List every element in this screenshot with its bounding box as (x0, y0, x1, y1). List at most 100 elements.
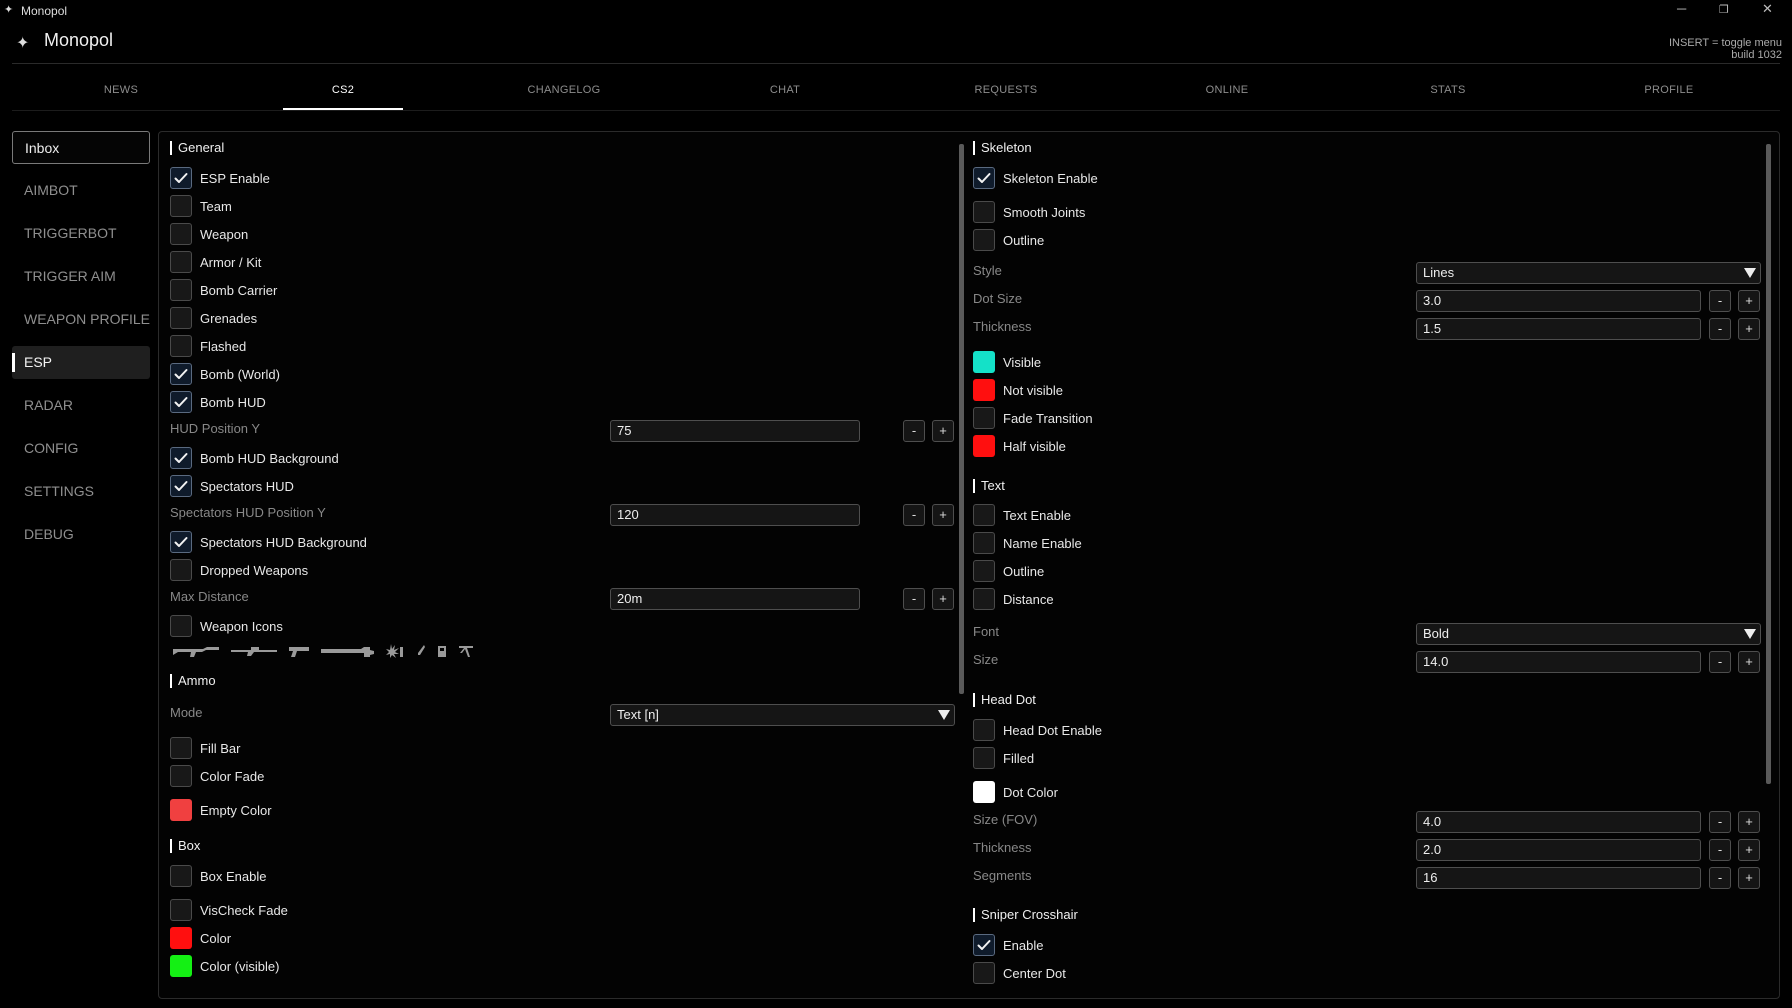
checkbox[interactable] (170, 307, 192, 329)
checkbox[interactable] (170, 531, 192, 553)
head-dot-size-plus-button[interactable]: + (1738, 811, 1760, 833)
tab-requests[interactable]: REQUESTS (946, 70, 1066, 112)
sidebar-item-weapon-profiles[interactable]: WEAPON PROFILES (12, 303, 150, 336)
right-scrollbar[interactable] (1766, 144, 1771, 784)
color-swatch[interactable] (170, 955, 192, 977)
checkbox[interactable] (973, 407, 995, 429)
head-dot-thickness-plus-button[interactable]: + (1738, 839, 1760, 861)
spectators-hud-background-row[interactable]: Spectators HUD Background (170, 530, 367, 554)
weapon-row[interactable]: Weapon (170, 222, 248, 246)
checkbox[interactable] (170, 251, 192, 273)
sidebar-item-inbox[interactable]: Inbox (12, 131, 150, 164)
color-swatch[interactable] (170, 799, 192, 821)
hud-position-minus-button[interactable]: - (903, 420, 925, 442)
spectators-hud-row[interactable]: Spectators HUD (170, 474, 294, 498)
spectators-position-input[interactable]: 120 (610, 504, 860, 526)
checkbox[interactable] (973, 560, 995, 582)
sidebar-item-esp[interactable]: ESP (12, 346, 150, 379)
filled-row[interactable]: Filled (973, 746, 1034, 770)
bomb-hud-row[interactable]: Bomb HUD (170, 390, 266, 414)
checkbox[interactable] (973, 934, 995, 956)
half-visible-color-row[interactable]: Half visible (973, 434, 1066, 458)
font-select[interactable]: Bold (1416, 623, 1761, 645)
tab-profile[interactable]: PROFILE (1609, 70, 1729, 112)
color-fade-row[interactable]: Color Fade (170, 764, 264, 788)
checkbox[interactable] (170, 899, 192, 921)
dot-size-plus-button[interactable]: + (1738, 290, 1760, 312)
skeleton-thickness-plus-button[interactable]: + (1738, 318, 1760, 340)
checkbox[interactable] (973, 962, 995, 984)
color-swatch[interactable] (170, 927, 192, 949)
checkbox[interactable] (973, 201, 995, 223)
head-dot-thickness-minus-button[interactable]: - (1709, 839, 1731, 861)
checkbox[interactable] (973, 532, 995, 554)
close-icon[interactable]: ✕ (1762, 1, 1773, 17)
checkbox[interactable] (170, 167, 192, 189)
visible-color-row[interactable]: Visible (973, 350, 1041, 374)
skeleton-enable-row[interactable]: Skeleton Enable (973, 166, 1098, 190)
head-dot-size-input[interactable]: 4.0 (1416, 811, 1701, 833)
sidebar-item-config[interactable]: CONFIG (12, 432, 150, 465)
sidebar-item-triggerbot[interactable]: TRIGGERBOT (12, 217, 150, 250)
sidebar-item-radar[interactable]: RADAR (12, 389, 150, 422)
armor-kit-row[interactable]: Armor / Kit (170, 250, 261, 274)
dropped-weapons-row[interactable]: Dropped Weapons (170, 558, 308, 582)
checkbox[interactable] (973, 747, 995, 769)
team-row[interactable]: Team (170, 194, 232, 218)
empty-color-row[interactable]: Empty Color (170, 798, 272, 822)
name-enable-row[interactable]: Name Enable (973, 531, 1082, 555)
checkbox[interactable] (170, 335, 192, 357)
hud-position-plus-button[interactable]: + (932, 420, 954, 442)
esp-enable-row[interactable]: ESP Enable (170, 166, 270, 190)
tab-stats[interactable]: STATS (1388, 70, 1508, 112)
distance-row[interactable]: Distance (973, 587, 1054, 611)
checkbox[interactable] (170, 865, 192, 887)
checkbox[interactable] (170, 363, 192, 385)
vischeck-fade-row[interactable]: VisCheck Fade (170, 898, 288, 922)
tab-chat[interactable]: CHAT (725, 70, 845, 112)
tab-online[interactable]: ONLINE (1167, 70, 1287, 112)
bomb-carrier-row[interactable]: Bomb Carrier (170, 278, 277, 302)
segments-input[interactable]: 16 (1416, 867, 1701, 889)
dot-size-minus-button[interactable]: - (1709, 290, 1731, 312)
grenades-row[interactable]: Grenades (170, 306, 257, 330)
sidebar-item-debug[interactable]: DEBUG (12, 518, 150, 551)
head-dot-thickness-input[interactable]: 2.0 (1416, 839, 1701, 861)
skeleton-thickness-minus-button[interactable]: - (1709, 318, 1731, 340)
checkbox[interactable] (170, 737, 192, 759)
checkbox[interactable] (973, 167, 995, 189)
text-size-input[interactable]: 14.0 (1416, 651, 1701, 673)
checkbox[interactable] (170, 475, 192, 497)
text-size-plus-button[interactable]: + (1738, 651, 1760, 673)
spectators-position-plus-button[interactable]: + (932, 504, 954, 526)
checkbox[interactable] (170, 447, 192, 469)
sidebar-item-aimbot[interactable]: AIMBOT (12, 174, 150, 207)
smooth-joints-row[interactable]: Smooth Joints (973, 200, 1085, 224)
checkbox[interactable] (170, 279, 192, 301)
color-swatch[interactable] (973, 435, 995, 457)
fade-transition-row[interactable]: Fade Transition (973, 406, 1093, 430)
sniper-enable-row[interactable]: Enable (973, 933, 1043, 957)
bomb-hud-background-row[interactable]: Bomb HUD Background (170, 446, 339, 470)
sidebar-item-settings[interactable]: SETTINGS (12, 475, 150, 508)
box-color-row[interactable]: Color (170, 926, 231, 950)
head-dot-enable-row[interactable]: Head Dot Enable (973, 718, 1102, 742)
segments-minus-button[interactable]: - (1709, 867, 1731, 889)
ammo-mode-select[interactable]: Text [n] (610, 704, 955, 726)
hud-position-input[interactable]: 75 (610, 420, 860, 442)
tab-news[interactable]: NEWS (61, 70, 181, 112)
skeleton-style-select[interactable]: Lines (1416, 262, 1761, 284)
checkbox[interactable] (170, 391, 192, 413)
segments-plus-button[interactable]: + (1738, 867, 1760, 889)
color-swatch[interactable] (973, 781, 995, 803)
color-swatch[interactable] (973, 379, 995, 401)
tab-changelog[interactable]: CHANGELOG (504, 70, 624, 112)
sidebar-item-trigger-aim[interactable]: TRIGGER AIM (12, 260, 150, 293)
minimize-icon[interactable]: ─ (1677, 1, 1686, 16)
checkbox[interactable] (973, 504, 995, 526)
checkbox[interactable] (973, 229, 995, 251)
checkbox[interactable] (973, 588, 995, 610)
checkbox[interactable] (973, 719, 995, 741)
weapon-icons-row[interactable]: Weapon Icons (170, 614, 283, 638)
checkbox[interactable] (170, 765, 192, 787)
